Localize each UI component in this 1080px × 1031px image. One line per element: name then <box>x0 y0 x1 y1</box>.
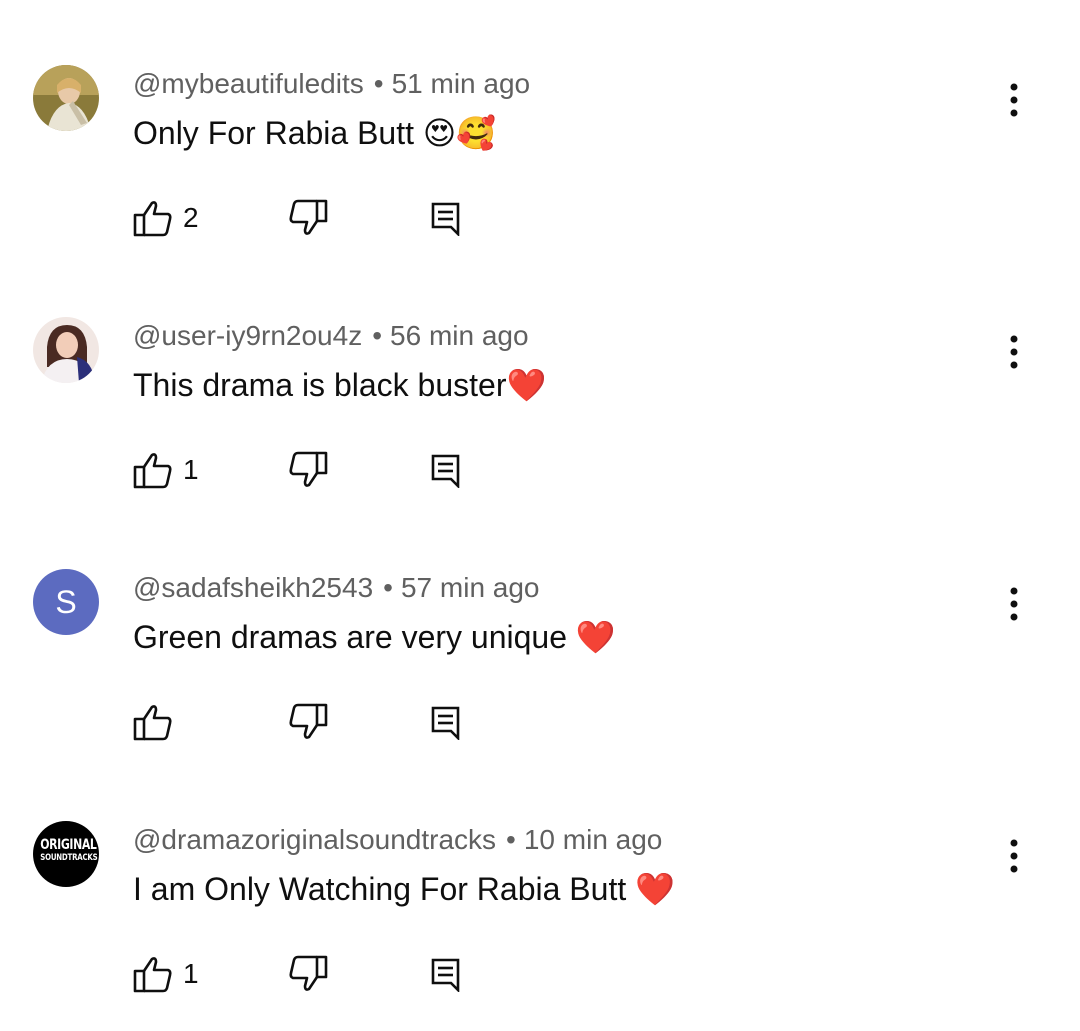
like-button[interactable]: 1 <box>133 954 199 994</box>
comment-author[interactable]: @user-iy9rn2ou4z <box>133 320 362 351</box>
like-count: 1 <box>183 454 199 485</box>
reply-comment-icon <box>431 956 461 992</box>
comment-item: S @sadafsheikh2543 • 57 min ago Green dram… <box>0 504 1080 756</box>
reply-button[interactable] <box>431 702 461 742</box>
like-button[interactable]: 2 <box>133 198 199 238</box>
avatar-logo-line2: SOUNDTRACKS <box>40 853 98 863</box>
comment-meta: @dramazoriginalsoundtracks • 10 min ago <box>133 822 662 858</box>
thumbs-down-icon <box>288 199 328 237</box>
more-vertical-icon[interactable] <box>996 80 1032 120</box>
meta-separator: • <box>372 320 383 351</box>
like-count: 2 <box>183 202 199 233</box>
dislike-button[interactable] <box>288 450 328 490</box>
reply-button[interactable] <box>431 198 461 238</box>
more-vertical-icon[interactable] <box>996 584 1032 624</box>
dislike-button[interactable] <box>288 954 328 994</box>
comment-text: Green dramas are very unique ❤️ <box>133 619 616 655</box>
comment-meta: @mybeautifuledits • 51 min ago <box>133 66 530 102</box>
comment-time: 57 min ago <box>400 572 540 603</box>
thumbs-up-icon <box>133 199 173 237</box>
comment-item: @user-iy9rn2ou4z • 56 min ago This drama i… <box>0 252 1080 504</box>
like-button[interactable]: 1 <box>133 450 199 490</box>
comment-item: ORIGINAL SOUNDTRACKS @dramazoriginalsoun… <box>0 756 1080 1008</box>
thumbs-up-icon <box>133 451 173 489</box>
reply-comment-icon <box>431 704 461 740</box>
comment-text: Only For Rabia Butt 😍🥰 <box>133 115 497 151</box>
comment-author[interactable]: @dramazoriginalsoundtracks <box>133 824 496 855</box>
comment-time: 56 min ago <box>390 320 529 351</box>
comment-text: This drama is black buster❤️ <box>133 367 547 403</box>
reply-comment-icon <box>431 200 461 236</box>
thumbs-up-icon <box>133 703 173 741</box>
thumbs-down-icon <box>288 703 328 741</box>
meta-separator: • <box>506 824 516 855</box>
comment-text: I am Only Watching For Rabia Butt ❤️ <box>133 871 675 907</box>
comment-time: 10 min ago <box>523 824 663 855</box>
like-count: 1 <box>183 958 199 989</box>
comment-meta: @sadafsheikh2543 • 57 min ago <box>133 570 540 606</box>
avatar[interactable] <box>33 65 99 131</box>
more-vertical-icon[interactable] <box>996 836 1032 876</box>
reply-comment-icon <box>431 452 461 488</box>
thumbs-up-icon <box>133 955 173 993</box>
avatar-logo-line1: ORIGINAL <box>40 837 97 853</box>
avatar[interactable]: ORIGINAL SOUNDTRACKS <box>33 821 99 887</box>
dislike-button[interactable] <box>288 702 328 742</box>
comment-author[interactable]: @sadafsheikh2543 <box>133 572 373 603</box>
comment-item: @mybeautifuledits • 51 min ago Only For Ra… <box>0 0 1080 252</box>
comment-time: 51 min ago <box>391 68 531 99</box>
like-button[interactable] <box>133 702 183 742</box>
meta-separator: • <box>373 68 384 99</box>
reply-button[interactable] <box>431 450 461 490</box>
thumbs-down-icon <box>288 955 328 993</box>
more-vertical-icon[interactable] <box>996 332 1032 372</box>
meta-separator: • <box>383 572 393 603</box>
comment-meta: @user-iy9rn2ou4z • 56 min ago <box>133 318 529 354</box>
dislike-button[interactable] <box>288 198 328 238</box>
thumbs-down-icon <box>288 451 328 489</box>
avatar[interactable]: S <box>33 569 99 635</box>
comment-author[interactable]: @mybeautifuledits <box>133 68 364 99</box>
avatar[interactable] <box>33 317 99 383</box>
reply-button[interactable] <box>431 954 461 994</box>
